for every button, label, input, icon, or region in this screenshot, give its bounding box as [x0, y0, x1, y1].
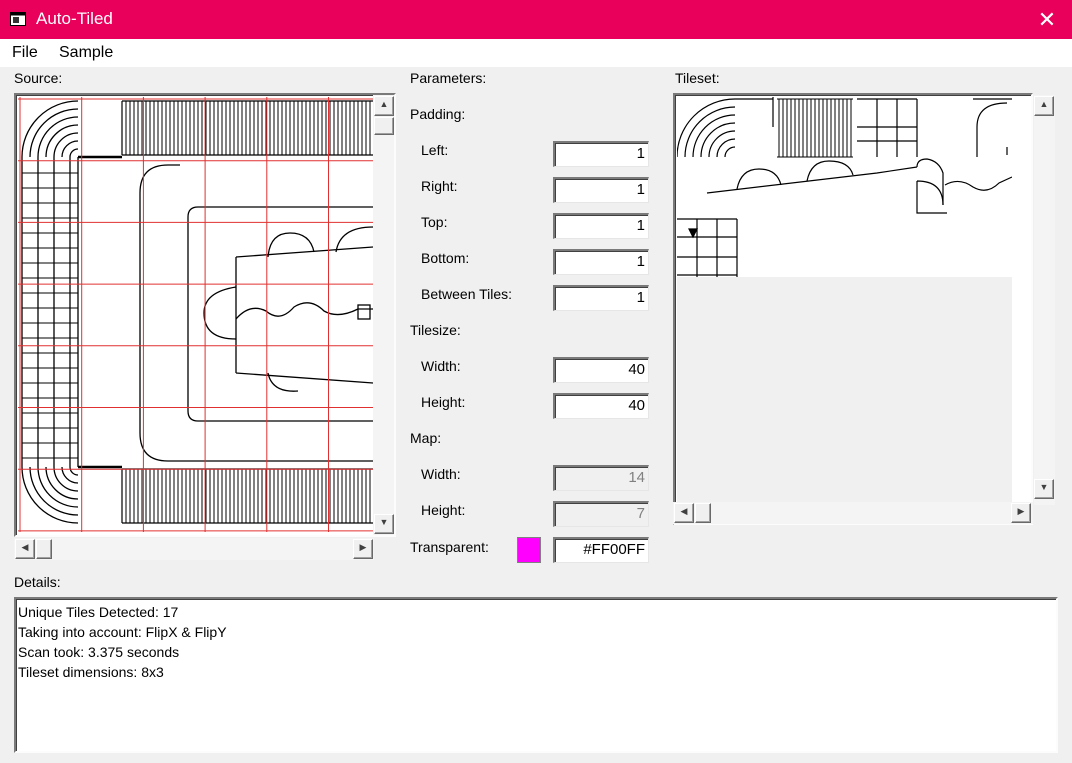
- transparent-color-field[interactable]: #FF00FF: [553, 537, 649, 563]
- triangle-down-icon: ▼: [379, 517, 389, 527]
- triangle-left-icon: ◀: [21, 542, 29, 552]
- window-title: Auto-Tiled: [36, 9, 113, 28]
- padding-right-label: Right:: [421, 178, 458, 194]
- padding-top-field[interactable]: 1: [553, 213, 649, 239]
- map-heading: Map:: [410, 430, 442, 446]
- details-line: Scan took: 3.375 seconds: [18, 644, 180, 660]
- source-scroll-left-button[interactable]: ◀: [15, 539, 35, 559]
- menu-file[interactable]: File: [12, 44, 38, 62]
- padding-left-field[interactable]: 1: [553, 141, 649, 167]
- map-height-label: Height:: [421, 502, 466, 518]
- tilesize-height-label: Height:: [421, 394, 466, 410]
- details-label: Details:: [14, 574, 61, 590]
- padding-top-label: Top:: [421, 214, 448, 230]
- tileset-scroll-left-button[interactable]: ◀: [674, 503, 694, 523]
- close-icon: ✕: [1037, 7, 1057, 32]
- source-hscroll-thumb[interactable]: [36, 539, 52, 559]
- details-line: Taking into account: FlipX & FlipY: [18, 624, 227, 640]
- map-width-label: Width:: [421, 466, 461, 482]
- tileset-vscroll-track[interactable]: [1034, 95, 1055, 505]
- triangle-right-icon: ▶: [359, 542, 367, 552]
- details-line: Unique Tiles Detected: 17: [18, 604, 179, 620]
- padding-left-label: Left:: [421, 142, 449, 158]
- tileset-view[interactable]: ▲ ▼: [673, 93, 1055, 525]
- tileset-hscroll-thumb[interactable]: [695, 503, 711, 523]
- triangle-left-icon: ◀: [680, 506, 688, 516]
- menu-bar: File Sample: [0, 39, 1072, 67]
- tilesize-heading: Tilesize:: [410, 322, 461, 338]
- app-window-icon: [10, 12, 26, 26]
- tilesize-width-field[interactable]: 40: [553, 357, 649, 383]
- close-button[interactable]: ✕: [1030, 6, 1064, 34]
- triangle-right-icon: ▶: [1017, 506, 1025, 516]
- padding-right-field[interactable]: 1: [553, 177, 649, 203]
- tilesize-height-field[interactable]: 40: [553, 393, 649, 419]
- tilesize-width-label: Width:: [421, 358, 461, 374]
- triangle-up-icon: ▲: [1039, 99, 1049, 109]
- source-scroll-right-button[interactable]: ▶: [353, 539, 373, 559]
- source-vscroll-track[interactable]: [373, 95, 394, 535]
- tileset-scroll-right-button[interactable]: ▶: [1011, 503, 1031, 523]
- triangle-up-icon: ▲: [379, 99, 389, 109]
- map-height-field: 7: [553, 501, 649, 527]
- details-text: Unique Tiles Detected: 17 Taking into ac…: [18, 602, 227, 682]
- padding-heading: Padding:: [410, 106, 466, 122]
- title-bar: Auto-Tiled ✕: [0, 0, 1072, 39]
- tileset-canvas: [677, 97, 1012, 502]
- padding-between-label: Between Tiles:: [421, 286, 513, 302]
- menu-sample[interactable]: Sample: [59, 44, 113, 62]
- parameters-heading: Parameters:: [410, 70, 487, 86]
- triangle-down-icon: ▼: [1039, 482, 1049, 492]
- source-hscroll-track[interactable]: [14, 538, 374, 560]
- tileset-label: Tileset:: [675, 70, 720, 86]
- padding-bottom-label: Bottom:: [421, 250, 470, 266]
- source-scroll-up-button[interactable]: ▲: [374, 96, 394, 116]
- source-map-canvas: [18, 97, 373, 532]
- transparent-label: Transparent:: [410, 539, 489, 555]
- padding-bottom-field[interactable]: 1: [553, 249, 649, 275]
- transparent-color-swatch[interactable]: [517, 537, 541, 563]
- tileset-hscroll-track[interactable]: [673, 502, 1033, 524]
- details-line: Tileset dimensions: 8x3: [18, 664, 164, 680]
- tileset-scroll-down-button[interactable]: ▼: [1034, 479, 1054, 499]
- source-vscroll-thumb[interactable]: [374, 117, 394, 135]
- source-label: Source:: [14, 70, 63, 86]
- source-view[interactable]: ▲ ▼: [14, 93, 396, 537]
- tileset-scroll-up-button[interactable]: ▲: [1034, 96, 1054, 116]
- map-width-field: 14: [553, 465, 649, 491]
- source-scroll-down-button[interactable]: ▼: [374, 514, 394, 534]
- padding-between-field[interactable]: 1: [553, 285, 649, 311]
